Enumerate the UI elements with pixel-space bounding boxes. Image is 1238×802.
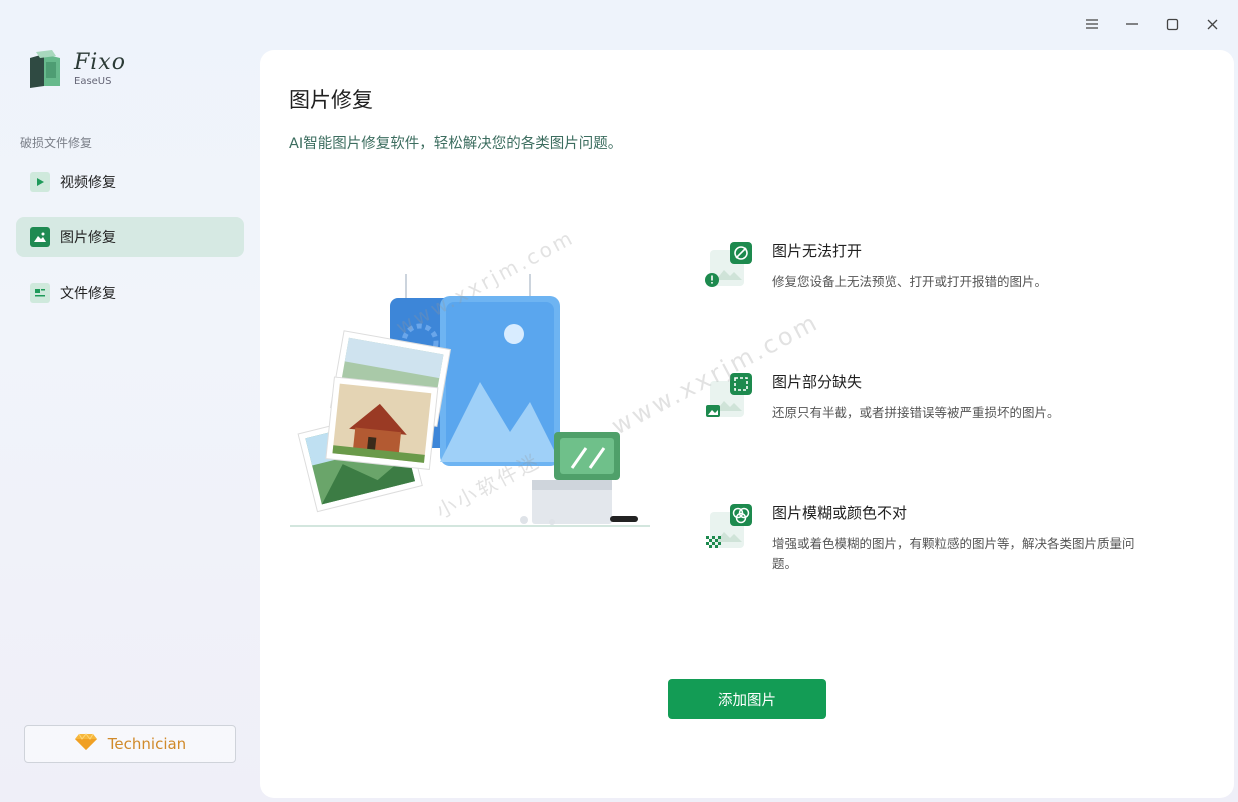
main-panel: 图片修复 AI智能图片修复软件，轻松解决您的各类图片问题。 图片无法打开 修复您…	[260, 50, 1234, 798]
diamond-icon	[74, 733, 98, 755]
close-icon[interactable]	[1202, 14, 1222, 34]
add-image-button[interactable]: 添加图片	[668, 679, 826, 719]
broken-image-icon	[704, 240, 756, 292]
feature-title: 图片部分缺失	[772, 373, 863, 391]
maximize-icon[interactable]	[1162, 14, 1182, 34]
menu-icon[interactable]	[1082, 14, 1102, 34]
technician-label: Technician	[107, 735, 187, 753]
feature-title: 图片无法打开	[772, 242, 863, 260]
photo-repair-illustration	[290, 272, 652, 530]
window-controls	[1082, 14, 1222, 34]
sidebar: Fixo EaseUS 破损文件修复 视频修复 图片修复 文件修复 Techni…	[0, 0, 258, 802]
feature-desc: 修复您设备上无法预览、打开或打开报错的图片。	[772, 274, 1048, 289]
feature-desc: 还原只有半截，或者拼接错误等被严重损坏的图片。	[772, 405, 1060, 420]
image-icon	[30, 227, 50, 247]
sidebar-item-image-repair[interactable]: 图片修复	[16, 217, 244, 257]
app-vendor: EaseUS	[74, 75, 112, 87]
partial-image-icon	[704, 371, 756, 423]
sidebar-item-label: 文件修复	[60, 286, 116, 302]
sidebar-item-label: 图片修复	[60, 230, 116, 246]
sidebar-item-label: 视频修复	[60, 175, 116, 191]
feature-title: 图片模糊或颜色不对	[772, 504, 908, 522]
app-name: Fixo	[74, 49, 126, 75]
page-title: 图片修复	[289, 88, 373, 112]
app-logo: Fixo EaseUS	[26, 48, 126, 90]
fixo-logo-icon	[26, 48, 66, 90]
feature-desc: 增强或着色模糊的图片，有颗粒感的图片等，解决各类图片质量问题。	[772, 536, 1135, 571]
technician-button[interactable]: Technician	[24, 725, 236, 763]
minimize-icon[interactable]	[1122, 14, 1142, 34]
page-subtitle: AI智能图片修复软件，轻松解决您的各类图片问题。	[289, 136, 623, 152]
video-icon	[30, 172, 50, 192]
sidebar-section-label: 破损文件修复	[20, 136, 93, 150]
sidebar-item-video-repair[interactable]: 视频修复	[16, 162, 244, 202]
blurry-image-icon	[704, 502, 756, 554]
sidebar-item-file-repair[interactable]: 文件修复	[16, 273, 244, 313]
document-icon	[30, 283, 50, 303]
